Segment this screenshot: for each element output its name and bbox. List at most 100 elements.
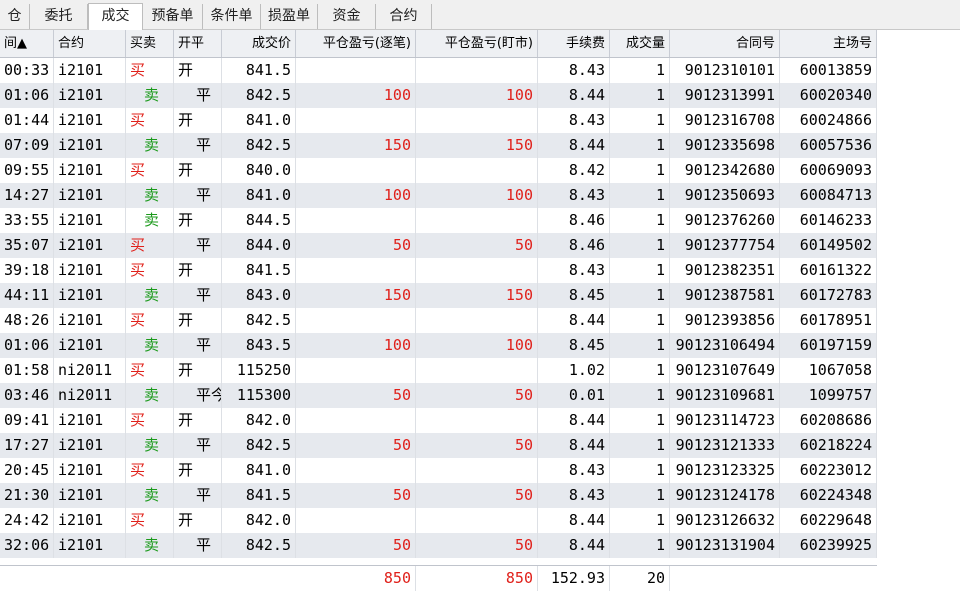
tab-3[interactable]: 预备单: [143, 4, 203, 29]
cell-contract: i2101: [54, 483, 126, 508]
cell-contract: i2101: [54, 258, 126, 283]
header-price[interactable]: 成交价: [222, 30, 296, 57]
cell-contract-no: 9012377754: [670, 233, 780, 258]
header-pnl-mark[interactable]: 平仓盈亏(盯市): [416, 30, 538, 57]
tab-2[interactable]: 成交: [88, 3, 143, 30]
table-row[interactable]: 01:44 i2101 买开 841.0 8.43 1 9012316708 60024866: [0, 108, 877, 133]
cell-pnl-trade: 100: [296, 333, 416, 358]
cell-volume: 1: [610, 358, 670, 383]
cell-fee: 8.42: [538, 158, 610, 183]
table-row[interactable]: 21:30 i2101 卖平 841.5 50 50 8.43 1 90123124178 602…: [0, 483, 877, 508]
header-time[interactable]: 间▲: [0, 30, 54, 57]
cell-price: 841.0: [222, 458, 296, 483]
table-row[interactable]: 33:55 i2101 卖开 844.5 8.46 1 9012376260 60146233: [0, 208, 877, 233]
header-contract-no[interactable]: 合同号: [670, 30, 780, 57]
cell-side: 买: [126, 308, 174, 333]
header-side[interactable]: 买卖: [126, 30, 174, 57]
cell-fee: 8.43: [538, 108, 610, 133]
cell-fee: 8.44: [538, 133, 610, 158]
cell-offset: 开: [174, 258, 222, 283]
cell-contract-no: 90123123325: [670, 458, 780, 483]
cell-exchange-no: 60069093: [780, 158, 877, 183]
cell-volume: 1: [610, 408, 670, 433]
table-row[interactable]: 01:58 ni2011 买开 115250 1.02 1 90123107649 10670…: [0, 358, 877, 383]
table-row[interactable]: 17:27 i2101 卖平 842.5 50 50 8.44 1 90123121333 602…: [0, 433, 877, 458]
cell-contract: i2101: [54, 83, 126, 108]
cell-time: 24:42: [0, 508, 54, 533]
cell-side: 买: [126, 508, 174, 533]
cell-offset: 开: [174, 58, 222, 83]
cell-contract-no: 90123107649: [670, 358, 780, 383]
tab-0[interactable]: 仓: [0, 4, 30, 29]
cell-pnl-mark: [416, 358, 538, 383]
cell-contract-no: 90123114723: [670, 408, 780, 433]
cell-side: 卖: [126, 383, 174, 408]
cell-offset: 开: [174, 358, 222, 383]
cell-contract: i2101: [54, 58, 126, 83]
header-pnl-trade[interactable]: 平仓盈亏(逐笔): [296, 30, 416, 57]
cell-contract: i2101: [54, 208, 126, 233]
cell-pnl-mark: [416, 508, 538, 533]
cell-contract: i2101: [54, 333, 126, 358]
cell-offset: 平: [174, 233, 222, 258]
table-row[interactable]: 01:06 i2101 卖平 842.5 100 100 8.44 1 9012313991 60…: [0, 83, 877, 108]
cell-side: 卖: [126, 433, 174, 458]
tab-5[interactable]: 损盈单: [261, 4, 318, 29]
cell-contract: i2101: [54, 133, 126, 158]
cell-side: 买: [126, 108, 174, 133]
cell-exchange-no: 60229648: [780, 508, 877, 533]
cell-offset: 开: [174, 208, 222, 233]
cell-price: 843.5: [222, 333, 296, 358]
tab-1[interactable]: 委托: [30, 4, 88, 29]
table-row[interactable]: 48:26 i2101 买开 842.5 8.44 1 9012393856 60178951: [0, 308, 877, 333]
cell-contract-no: 9012350693: [670, 183, 780, 208]
header-offset[interactable]: 开平: [174, 30, 222, 57]
cell-side: 卖: [126, 333, 174, 358]
header-volume[interactable]: 成交量: [610, 30, 670, 57]
cell-contract-no: 9012393856: [670, 308, 780, 333]
table-row[interactable]: 01:06 i2101 卖平 843.5 100 100 8.45 1 90123106494 6…: [0, 333, 877, 358]
table-row[interactable]: 09:55 i2101 买开 840.0 8.42 1 9012342680 60069093: [0, 158, 877, 183]
cell-side: 卖: [126, 133, 174, 158]
table-row[interactable]: 32:06 i2101 卖平 842.5 50 50 8.44 1 90123131904 602…: [0, 533, 877, 558]
table-row[interactable]: 39:18 i2101 买开 841.5 8.43 1 9012382351 60161322: [0, 258, 877, 283]
table-row[interactable]: 44:11 i2101 卖平 843.0 150 150 8.45 1 9012387581 60…: [0, 283, 877, 308]
cell-exchange-no: 60013859: [780, 58, 877, 83]
cell-pnl-trade: [296, 158, 416, 183]
cell-pnl-mark: 50: [416, 233, 538, 258]
cell-volume: 1: [610, 133, 670, 158]
table-row[interactable]: 03:46ni2011卖平今11530050500.01190123109681…: [0, 383, 877, 408]
cell-pnl-trade: [296, 58, 416, 83]
tab-6[interactable]: 资金: [318, 4, 376, 29]
table-row[interactable]: 00:33 i2101 买开 841.5 8.43 1 9012310101 60013859: [0, 58, 877, 83]
table-row[interactable]: 24:42 i2101 买开 842.0 8.44 1 90123126632 6022964…: [0, 508, 877, 533]
table-row[interactable]: 09:41 i2101 买开 842.0 8.44 1 90123114723 6020868…: [0, 408, 877, 433]
table-row[interactable]: 14:27 i2101 卖平 841.0 100 100 8.43 1 9012350693 60…: [0, 183, 877, 208]
header-fee[interactable]: 手续费: [538, 30, 610, 57]
cell-fee: 8.45: [538, 333, 610, 358]
tab-bar: 仓委托 成交 预备单 条件单 损盈单 资金 合约: [0, 0, 960, 30]
cell-contract: i2101: [54, 233, 126, 258]
cell-price: 840.0: [222, 158, 296, 183]
cell-fee: 8.43: [538, 258, 610, 283]
header-contract[interactable]: 合约: [54, 30, 126, 57]
tab-4[interactable]: 条件单: [203, 4, 261, 29]
cell-exchange-no: 1099757: [780, 383, 877, 408]
cell-price: 843.0: [222, 283, 296, 308]
cell-time: 39:18: [0, 258, 54, 283]
cell-time: 00:33: [0, 58, 54, 83]
cell-offset: 平: [174, 183, 222, 208]
cell-volume: 1: [610, 58, 670, 83]
cell-time: 14:27: [0, 183, 54, 208]
tab-7[interactable]: 合约: [376, 4, 432, 29]
cell-pnl-mark: 100: [416, 83, 538, 108]
cell-volume: 1: [610, 158, 670, 183]
cell-contract: i2101: [54, 408, 126, 433]
total-fee: 152.93: [538, 566, 610, 591]
table-row[interactable]: 20:45 i2101 买开 841.0 8.43 1 90123123325 6022301…: [0, 458, 877, 483]
cell-offset: 开: [174, 508, 222, 533]
table-row[interactable]: 07:09 i2101 卖平 842.5 150 150 8.44 1 9012335698 60…: [0, 133, 877, 158]
table-row[interactable]: 35:07 i2101 买平 844.0 50 50 8.46 1 9012377754 6014…: [0, 233, 877, 258]
header-exchange-no[interactable]: 主场号: [780, 30, 877, 57]
cell-fee: 8.46: [538, 233, 610, 258]
